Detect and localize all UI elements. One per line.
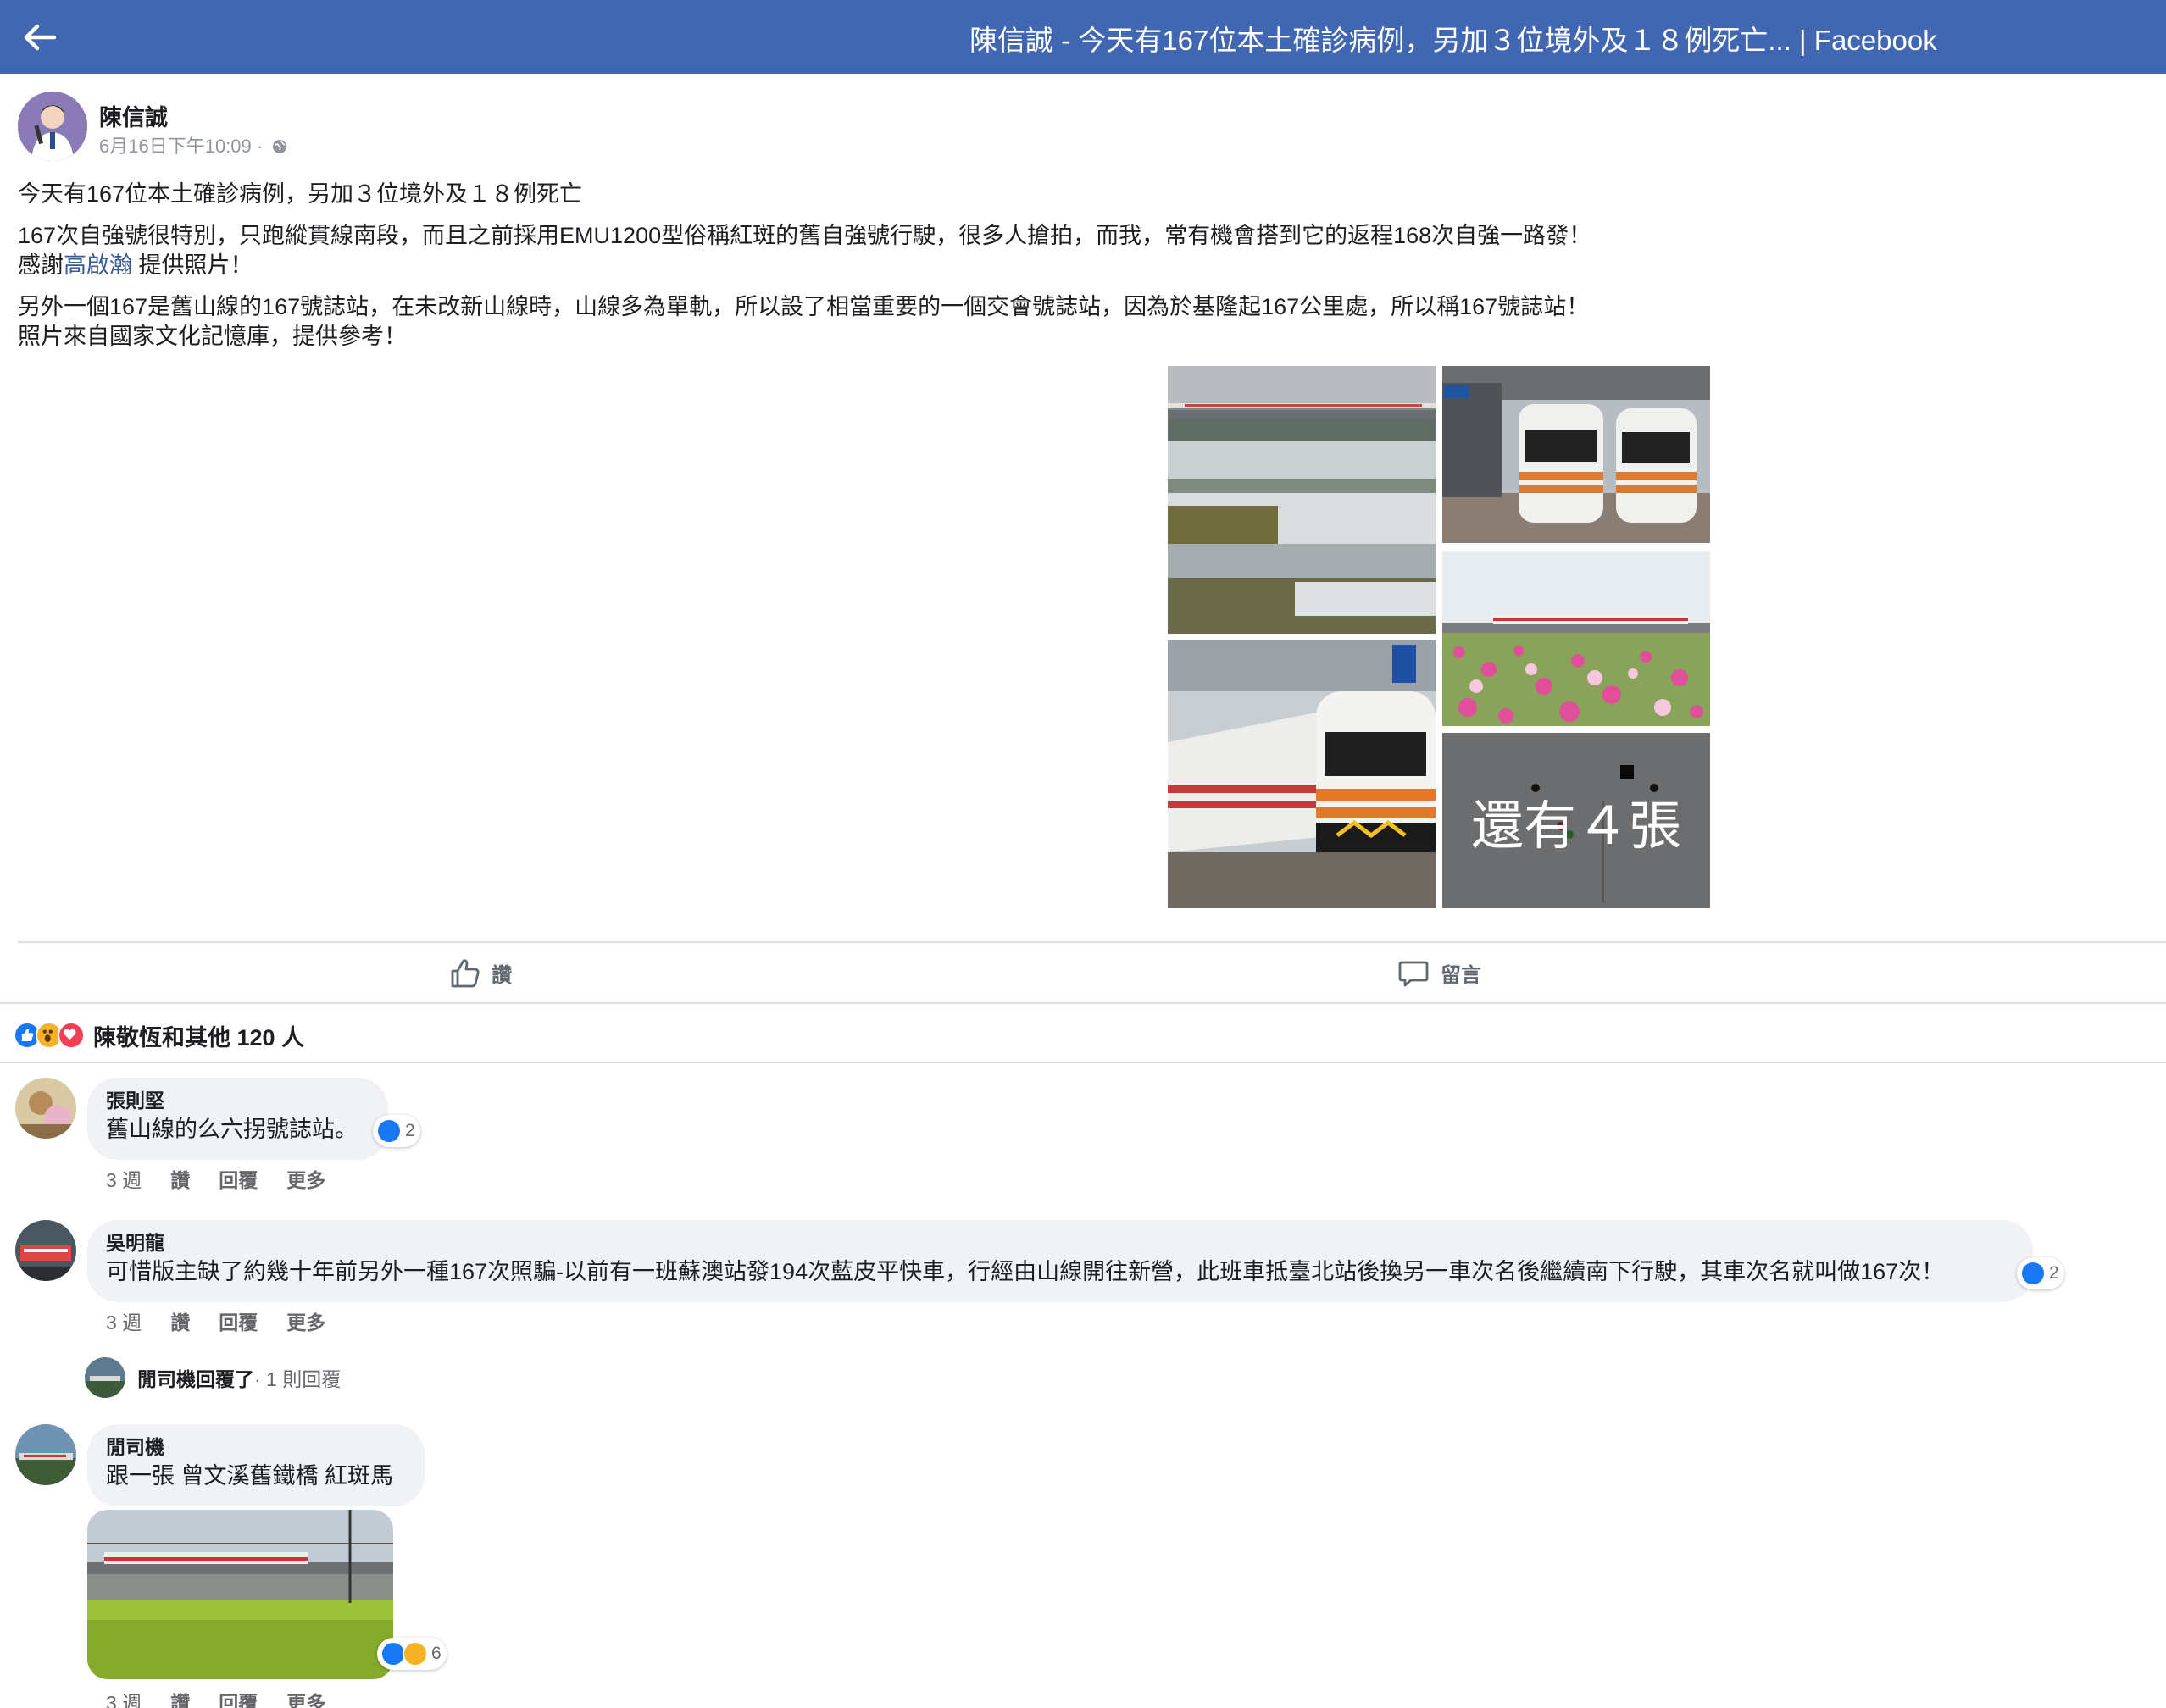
- reply-avatar: [85, 1357, 125, 1398]
- photo-twin-trains-station[interactable]: [1442, 366, 1710, 543]
- reply-action: 回覆了: [196, 1368, 254, 1390]
- post-text-line-3: 感謝高啟瀚 提供照片！: [18, 251, 253, 280]
- view-replies-link[interactable]: 閒司機回覆了· 1 則回覆: [85, 1357, 341, 1398]
- post-text-line-4: 另外一個167是舊山線的167號誌站，在未改新山線時，山線多為單軌，所以設了相當…: [18, 294, 1590, 319]
- photo-waterfall-bridge[interactable]: [1168, 366, 1436, 634]
- comment-bubble: 閒司機 跟一張 曾文溪舊鐵橋 紅斑馬: [87, 1424, 425, 1506]
- reaction-count: 6: [431, 1644, 442, 1663]
- divider: [18, 941, 2166, 943]
- comment-reply-link[interactable]: 回覆: [219, 1687, 258, 1708]
- thanks-text: 感謝: [18, 252, 64, 278]
- back-arrow-icon[interactable]: [17, 15, 61, 59]
- comment-more-link[interactable]: 更多: [286, 1164, 325, 1193]
- comment-actions: 3 週 讚 回覆 更多: [106, 1164, 354, 1193]
- like-label: 讚: [492, 963, 512, 987]
- comment-more-link[interactable]: 更多: [286, 1306, 325, 1335]
- reply-author: 閒司機: [137, 1368, 196, 1390]
- wow-reaction-icon: [403, 1641, 428, 1666]
- more-photos-tile[interactable]: 還有４張: [1442, 733, 1710, 908]
- divider: [0, 1002, 2166, 1004]
- divider: [0, 1062, 2166, 1063]
- post-timestamp[interactable]: 6月16日下午10:09 ·: [99, 131, 288, 158]
- more-photos-label: 還有４張: [1470, 796, 1681, 856]
- post-text-line-1: 今天有167位本土確診病例，另加３位境外及１８例死亡: [18, 181, 583, 207]
- comment-bubble: 吳明龍 可惜版主缺了約幾十年前另外一種167次照騙-以前有一班蘇澳站發194次藍…: [87, 1220, 2033, 1302]
- comment-reaction-badge[interactable]: 2: [373, 1115, 420, 1147]
- post-text-line-2: 167次自強號很特別，只跑縱貫線南段，而且之前採用EMU1200型俗稱紅斑的舊自…: [18, 223, 1592, 248]
- comment-reaction-badge[interactable]: 2: [2017, 1257, 2064, 1289]
- globe-icon: [271, 138, 288, 155]
- comment-like-link[interactable]: 讚: [170, 1687, 190, 1708]
- reaction-summary-text: 陳敬恆和其他 120 人: [93, 1024, 305, 1051]
- comment-bubble: 張則堅 舊山線的么六拐號誌站。: [87, 1078, 388, 1160]
- comment-time[interactable]: 3 週: [106, 1306, 142, 1335]
- page-title: 陳信誠 - 今天有167位本土確診病例，另加３位境外及１８例死亡... | Fa…: [969, 25, 1937, 56]
- commenter-name[interactable]: 張則堅: [106, 1088, 369, 1113]
- commenter-name[interactable]: 吳明龍: [106, 1230, 2014, 1256]
- comment-text: 跟一張 曾文溪舊鐵橋 紅斑馬: [106, 1463, 394, 1489]
- thumbs-up-icon: [451, 959, 480, 988]
- like-reaction-icon: [2020, 1261, 2046, 1286]
- photo-train-cosmos-field[interactable]: [1442, 551, 1710, 726]
- comment-actions: 3 週 讚 回覆 更多: [106, 1687, 354, 1708]
- like-button[interactable]: 讚: [447, 951, 512, 995]
- love-reaction-icon: [58, 1022, 85, 1049]
- commenter-avatar[interactable]: [15, 1220, 76, 1281]
- author-avatar[interactable]: [18, 92, 87, 161]
- top-bar: 陳信誠 - 今天有167位本土確診病例，另加３位境外及１８例死亡... | Fa…: [0, 0, 2166, 74]
- comment-icon: [1398, 961, 1429, 987]
- commenter-avatar[interactable]: [15, 1424, 76, 1485]
- comment-label: 留言: [1441, 963, 1481, 987]
- comment-reply-link[interactable]: 回覆: [219, 1164, 258, 1193]
- timestamp-text: 6月16日下午10:09 ·: [99, 136, 264, 157]
- author-name[interactable]: 陳信誠: [99, 99, 168, 132]
- comment-time[interactable]: 3 週: [106, 1164, 142, 1193]
- comment-photo-train-ricefield[interactable]: [87, 1510, 393, 1679]
- reply-count: · 1 則回覆: [254, 1368, 342, 1390]
- comment-like-link[interactable]: 讚: [170, 1306, 190, 1335]
- commenter-avatar[interactable]: [15, 1078, 76, 1139]
- comment-text: 可惜版主缺了約幾十年前另外一種167次照騙-以前有一班蘇澳站發194次藍皮平快車…: [106, 1259, 1945, 1284]
- comment-time[interactable]: 3 週: [106, 1687, 142, 1708]
- thanks-suffix-text: 提供照片！: [132, 252, 253, 278]
- comment-like-link[interactable]: 讚: [170, 1164, 190, 1193]
- reaction-summary[interactable]: 陳敬恆和其他 120 人: [14, 1017, 304, 1054]
- comment-reaction-badge[interactable]: 6: [377, 1638, 447, 1670]
- reaction-count: 2: [2049, 1263, 2059, 1283]
- comment-more-link[interactable]: 更多: [286, 1687, 325, 1708]
- mention-link[interactable]: 高啟瀚: [64, 252, 132, 278]
- reaction-count: 2: [405, 1121, 415, 1140]
- comment-reply-link[interactable]: 回覆: [219, 1306, 258, 1335]
- photo-red-stripe-train[interactable]: [1168, 640, 1436, 908]
- comment-text: 舊山線的么六拐號誌站。: [106, 1117, 358, 1142]
- comment-button[interactable]: 留言: [1397, 951, 1481, 995]
- like-reaction-icon: [376, 1118, 402, 1144]
- commenter-name[interactable]: 閒司機: [106, 1434, 406, 1460]
- post-text-line-5: 照片來自國家文化記憶庫，提供參考！: [18, 324, 407, 349]
- comment-actions: 3 週 讚 回覆 更多: [106, 1306, 354, 1335]
